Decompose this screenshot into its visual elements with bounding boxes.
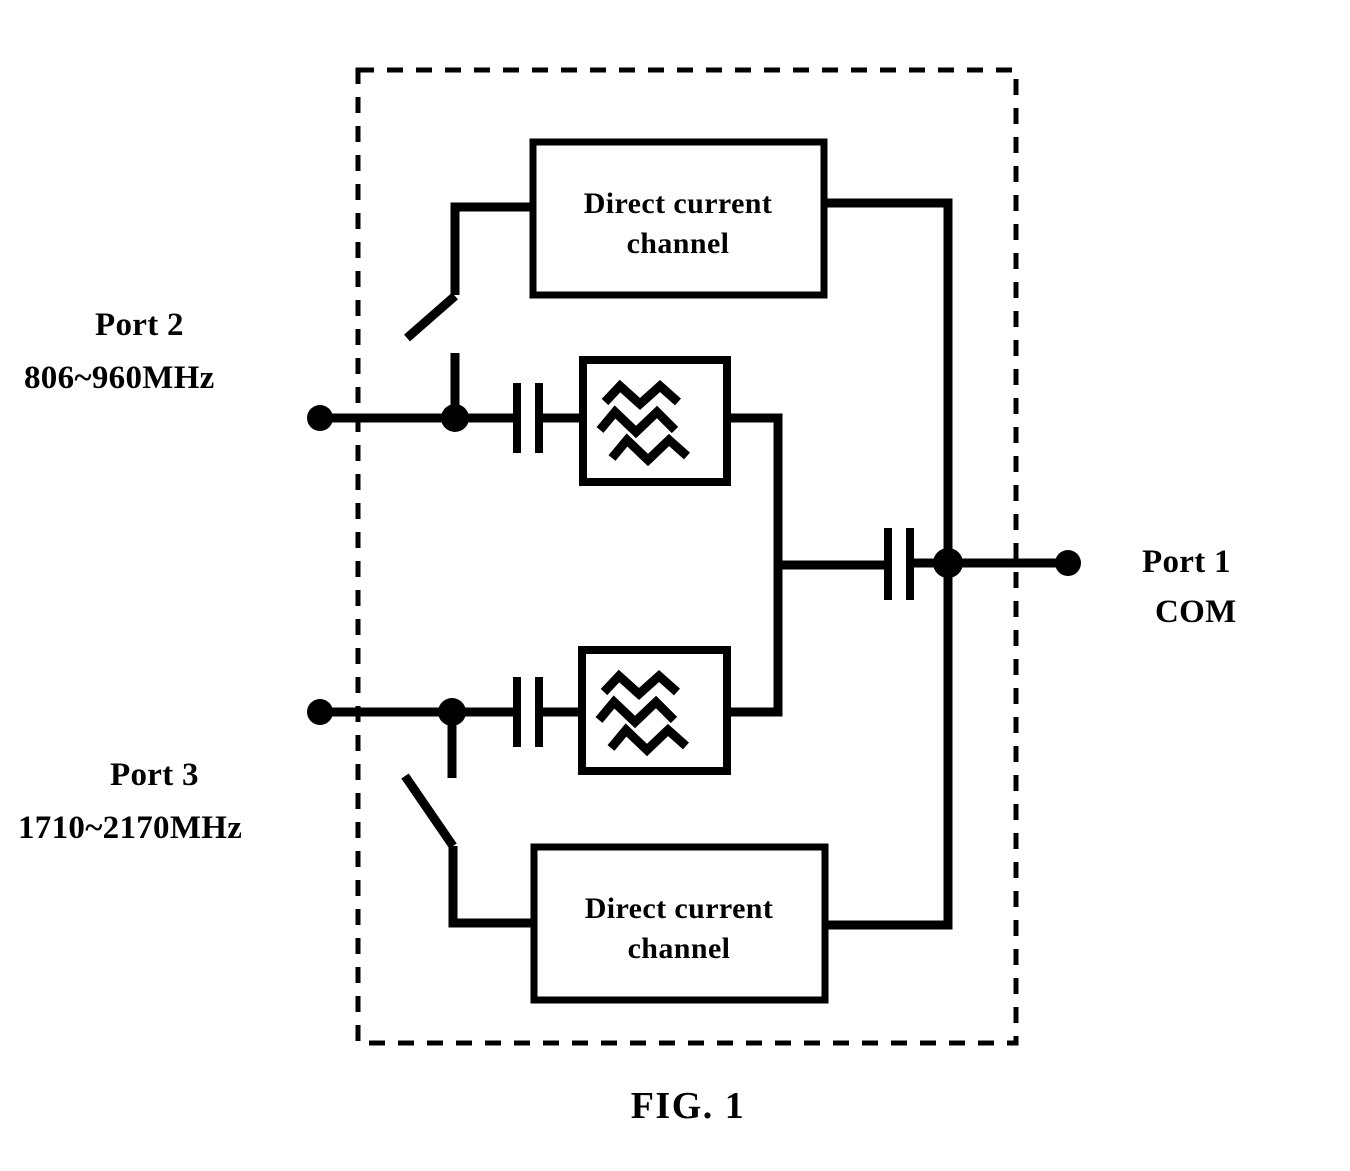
port3-band-label: 1710~2170MHz <box>18 810 242 846</box>
dc-channel-bottom-label-line1: Direct current <box>585 892 774 925</box>
wire-dc-bottom-to-common-bus <box>825 563 953 930</box>
figure-root: Direct current channel Direct current ch… <box>0 0 1350 1171</box>
port1-name-label: Port 1 <box>1142 544 1231 580</box>
switch-bottom-blade <box>401 773 457 849</box>
dc-channel-top-label-line1: Direct current <box>584 187 773 220</box>
port2-junction-dot <box>441 404 469 432</box>
port1-band-label: COM <box>1155 594 1237 630</box>
port3-terminal-dot <box>307 699 333 725</box>
port2-terminal-dot <box>307 405 333 431</box>
dc-channel-bottom-label-line2: channel <box>628 932 731 965</box>
port2-band-label: 806~960MHz <box>24 360 215 396</box>
wire-filter-upper-to-common <box>727 413 886 570</box>
circuit-schematic: Direct current channel Direct current ch… <box>18 67 1237 1127</box>
port2-name-label: Port 2 <box>95 307 184 343</box>
dc-channel-top-label-line2: channel <box>627 227 730 260</box>
wire-switch-top-to-dc-box <box>450 202 533 295</box>
wire-filter-lower-to-common <box>727 565 783 717</box>
figure-caption: FIG. 1 <box>631 1085 746 1127</box>
port3-name-label: Port 3 <box>110 757 199 793</box>
wire-switch-bottom-to-dc-box <box>448 846 534 928</box>
wire-dc-top-to-common-bus <box>824 198 953 562</box>
port1-terminal-dot <box>1055 550 1081 576</box>
switch-top-blade <box>404 292 458 342</box>
